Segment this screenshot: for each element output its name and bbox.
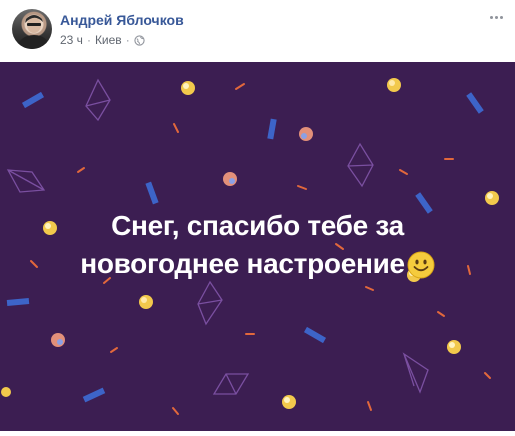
- confetti-stick: [303, 326, 327, 344]
- smiling-face-icon: [407, 251, 435, 279]
- more-dot: [489, 15, 493, 19]
- post-location[interactable]: Киев: [95, 33, 122, 47]
- confetti-stick: [82, 387, 106, 403]
- post-header: Андрей Яблочков 23 ч · Киев ·: [0, 0, 515, 60]
- post-timestamp[interactable]: 23 ч: [60, 33, 83, 47]
- post-meta: 23 ч · Киев ·: [60, 33, 145, 47]
- more-dot: [494, 15, 498, 19]
- post-background-image[interactable]: Снег, спасибо тебе за новогоднее настрое…: [0, 62, 515, 431]
- confetti-stick: [267, 118, 277, 140]
- confetti-stick: [145, 181, 159, 205]
- message-line-1: Снег, спасибо тебе за: [111, 210, 404, 241]
- meta-separator: ·: [86, 33, 91, 47]
- meta-separator-2: ·: [125, 33, 130, 47]
- author-avatar[interactable]: [12, 9, 52, 49]
- more-options-icon[interactable]: [488, 12, 504, 22]
- confetti-stick: [466, 92, 484, 114]
- confetti-stick: [21, 91, 45, 109]
- message-line-2: новогоднее настроение: [40, 245, 475, 283]
- message-line-2-text: новогоднее настроение: [80, 248, 405, 279]
- globe-icon[interactable]: [134, 34, 145, 46]
- avatar-photo: [16, 15, 50, 49]
- author-name-link[interactable]: Андрей Яблочков: [60, 12, 184, 28]
- post-footer-strip: [0, 431, 515, 436]
- confetti-stick: [6, 298, 30, 306]
- post-message-text: Снег, спасибо тебе за новогоднее настрое…: [40, 207, 475, 283]
- more-dot: [499, 15, 503, 19]
